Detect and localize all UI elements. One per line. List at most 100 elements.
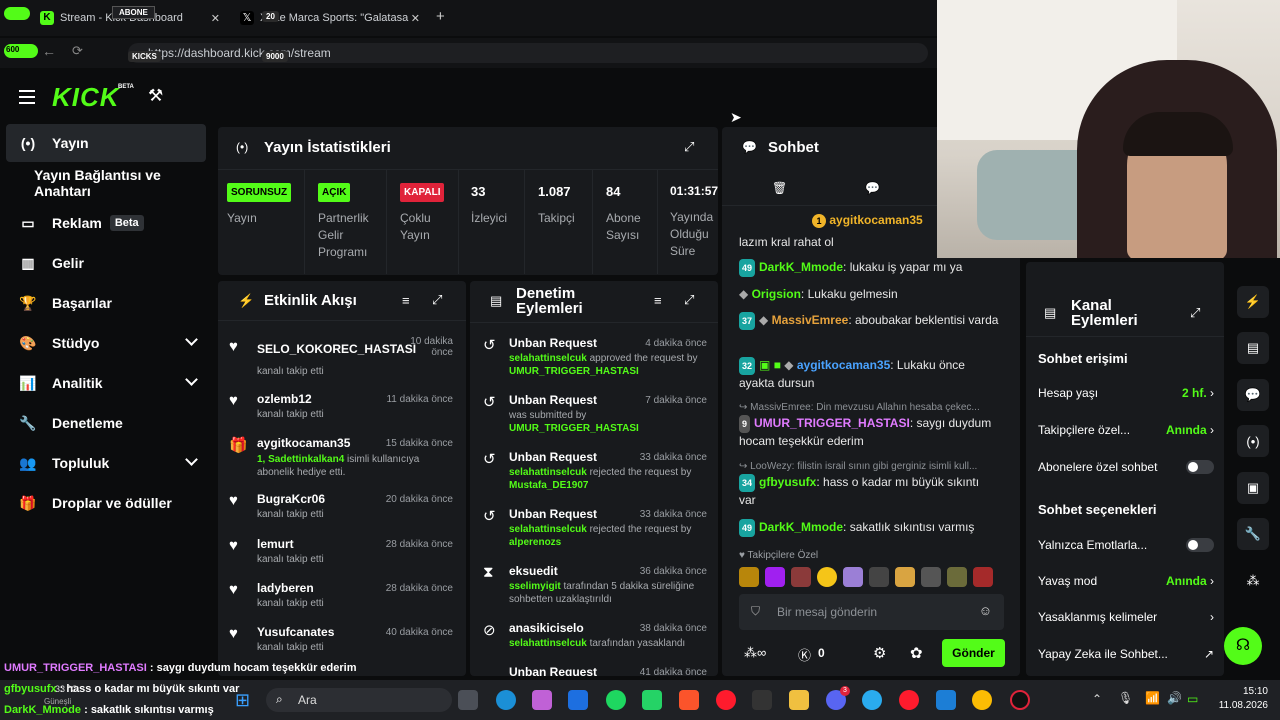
target-user[interactable]: Mustafa_DE1907 <box>509 480 588 491</box>
sidebar-item-droplar[interactable]: 🎁 Droplar ve ödüller <box>6 485 206 521</box>
kicks-icon[interactable]: Ⓚ <box>798 645 811 664</box>
hamburger-menu-icon[interactable] <box>19 90 35 104</box>
whatsapp-icon[interactable] <box>642 690 662 710</box>
opera-gx-icon[interactable] <box>899 690 919 710</box>
copilot-icon[interactable] <box>532 690 552 710</box>
target-user[interactable]: UMUR_TRIGGER_HASTASI <box>509 423 639 434</box>
chat-bubble-icon[interactable]: 💬 <box>865 181 880 195</box>
pinned-gift-user[interactable]: 1 aygitkocaman35 <box>812 213 923 228</box>
target-user[interactable]: alperenozs <box>509 537 561 548</box>
followers-only-setting[interactable]: Takipçilere özel... Anında › <box>1038 423 1214 437</box>
brave-icon[interactable] <box>679 690 699 710</box>
edge-icon[interactable] <box>496 690 516 710</box>
sidebar-item-analitik[interactable]: 📊 Analitik <box>6 365 206 401</box>
moderator-name[interactable]: sselimyigit <box>509 581 561 592</box>
sidebar-item-yayin[interactable]: (•) Yayın <box>6 124 206 162</box>
emote-icon[interactable] <box>895 567 915 587</box>
mail-icon[interactable] <box>936 690 956 710</box>
new-tab-icon[interactable]: + <box>436 8 445 25</box>
community-icon[interactable]: ⁂ <box>1237 565 1269 597</box>
trash-icon[interactable]: 🗑 <box>772 181 787 195</box>
emote-icon[interactable] <box>765 567 785 587</box>
chat-username[interactable]: aygitkocaman35 <box>797 358 890 372</box>
close-icon[interactable]: ✕ <box>411 12 420 25</box>
kick-logo[interactable]: KICK <box>52 82 120 113</box>
chat-input[interactable]: ⛉ Bir mesaj gönderin ☺ <box>739 594 1004 630</box>
telegram-icon[interactable] <box>862 690 882 710</box>
sidebar-item-gelir[interactable]: ▥ Gelir <box>6 245 206 281</box>
send-button[interactable]: Gönder <box>942 639 1005 667</box>
document-icon[interactable]: ▤ <box>1237 332 1269 364</box>
broadcast-icon[interactable]: (•) <box>1237 425 1269 457</box>
chrome-icon[interactable] <box>972 690 992 710</box>
community-icon[interactable]: ⁂∞ <box>744 645 766 661</box>
battery-icon[interactable]: ▭ <box>1187 692 1198 706</box>
sidebar-item-basarilar[interactable]: 🏆 Başarılar <box>6 285 206 321</box>
moderator-name[interactable]: selahattinselcuk <box>509 638 587 649</box>
support-headset-icon[interactable]: ☊ <box>1224 627 1262 665</box>
subs-only-toggle[interactable] <box>1186 460 1214 474</box>
emote-icon[interactable] <box>869 567 889 587</box>
volume-icon[interactable]: 🔊 <box>1167 691 1182 705</box>
expand-icon[interactable]: ⤢ <box>684 292 694 308</box>
reload-icon[interactable]: ⟳ <box>72 43 83 59</box>
chat-bubble-icon[interactable]: 💬 <box>1237 379 1269 411</box>
moderator-name[interactable]: selahattinselcuk <box>509 353 587 364</box>
expand-icon[interactable]: ⤢ <box>1190 305 1200 321</box>
windows-start-icon[interactable]: ⊞ <box>235 690 250 711</box>
app-icon[interactable] <box>752 690 772 710</box>
url-input[interactable]: https://dashboard.kick.com/stream <box>128 43 928 63</box>
chat-username[interactable]: DarkK_Mmode <box>759 260 843 274</box>
emote-icon[interactable] <box>817 567 837 587</box>
chat-username[interactable]: MassivEmree <box>772 313 849 327</box>
expand-icon[interactable]: ⤢ <box>684 139 694 155</box>
filter-icon[interactable]: ≡ <box>654 293 662 308</box>
obs-icon[interactable] <box>1010 690 1030 710</box>
emote-icon[interactable] <box>947 567 967 587</box>
sidebar-item-topluluk[interactable]: 👥 Topluluk <box>6 445 206 481</box>
chat-username[interactable]: Origsion <box>752 287 801 301</box>
spotify-icon[interactable] <box>606 690 626 710</box>
lightning-icon[interactable]: ⚡ <box>1237 286 1269 318</box>
banned-words-setting[interactable]: Yasaklanmış kelimeler › <box>1038 610 1214 624</box>
chat-username[interactable]: DarkK_Mmode <box>759 520 843 534</box>
chevron-up-icon[interactable]: ⌃ <box>1092 692 1102 706</box>
chat-username[interactable]: gfbyusufx <box>759 475 816 489</box>
wifi-icon[interactable]: 📶 <box>1145 691 1160 705</box>
emotes-only-toggle[interactable] <box>1186 538 1214 552</box>
channel-icon[interactable]: ▣ <box>1237 472 1269 504</box>
microphone-icon[interactable]: 🎙 <box>1118 691 1133 705</box>
store-icon[interactable] <box>568 690 588 710</box>
opera-icon[interactable] <box>716 690 736 710</box>
folder-icon[interactable] <box>789 690 809 710</box>
emote-icon[interactable] <box>843 567 863 587</box>
ai-chat-setting[interactable]: Yapay Zeka ile Sohbet... ↗ <box>1038 647 1214 661</box>
sidebar-item-studyo[interactable]: 🎨 Stüdyo <box>6 325 206 361</box>
wrench-icon[interactable]: 🔧 <box>1237 518 1269 550</box>
back-icon[interactable]: ← <box>42 43 56 59</box>
close-icon[interactable]: ✕ <box>211 12 220 25</box>
filter-icon[interactable]: ≡ <box>402 293 410 308</box>
moderator-name[interactable]: selahattinselcuk <box>509 524 587 535</box>
gift-icon[interactable]: ✿ <box>910 644 923 662</box>
emote-icon[interactable] <box>739 567 759 587</box>
taskbar-clock[interactable]: 15:10 11.08.2026 <box>1214 686 1268 711</box>
expand-icon[interactable]: ⤢ <box>432 292 442 308</box>
sidebar-item-reklam[interactable]: ▭ Reklam Beta <box>6 205 206 241</box>
emote-icon[interactable] <box>921 567 941 587</box>
gift-recipient[interactable]: 1, Sadettinkalkan4 <box>257 454 344 465</box>
chat-username[interactable]: UMUR_TRIGGER_HASTASI <box>754 416 910 430</box>
sidebar-item-denetleme[interactable]: 🔧 Denetleme <box>6 405 206 441</box>
hammer-icon[interactable]: ⚒ <box>148 86 163 106</box>
gear-icon[interactable]: ⚙ <box>873 644 886 662</box>
sidebar-item-stream-key[interactable]: Yayın Bağlantısı ve Anahtarı <box>6 165 206 201</box>
slow-mode-setting[interactable]: Yavaş mod Anında › <box>1038 574 1214 588</box>
emote-icon[interactable] <box>791 567 811 587</box>
moderator-name[interactable]: selahattinselcuk <box>509 467 587 478</box>
emoji-icon[interactable]: ☺ <box>979 603 992 618</box>
emote-icon[interactable] <box>973 567 993 587</box>
target-user[interactable]: UMUR_TRIGGER_HASTASI <box>509 366 639 377</box>
task-view-icon[interactable] <box>458 690 478 710</box>
account-age-setting[interactable]: Hesap yaşı 2 hf. › <box>1038 386 1214 400</box>
taskbar-search[interactable]: ⌕ Ara <box>266 688 452 712</box>
